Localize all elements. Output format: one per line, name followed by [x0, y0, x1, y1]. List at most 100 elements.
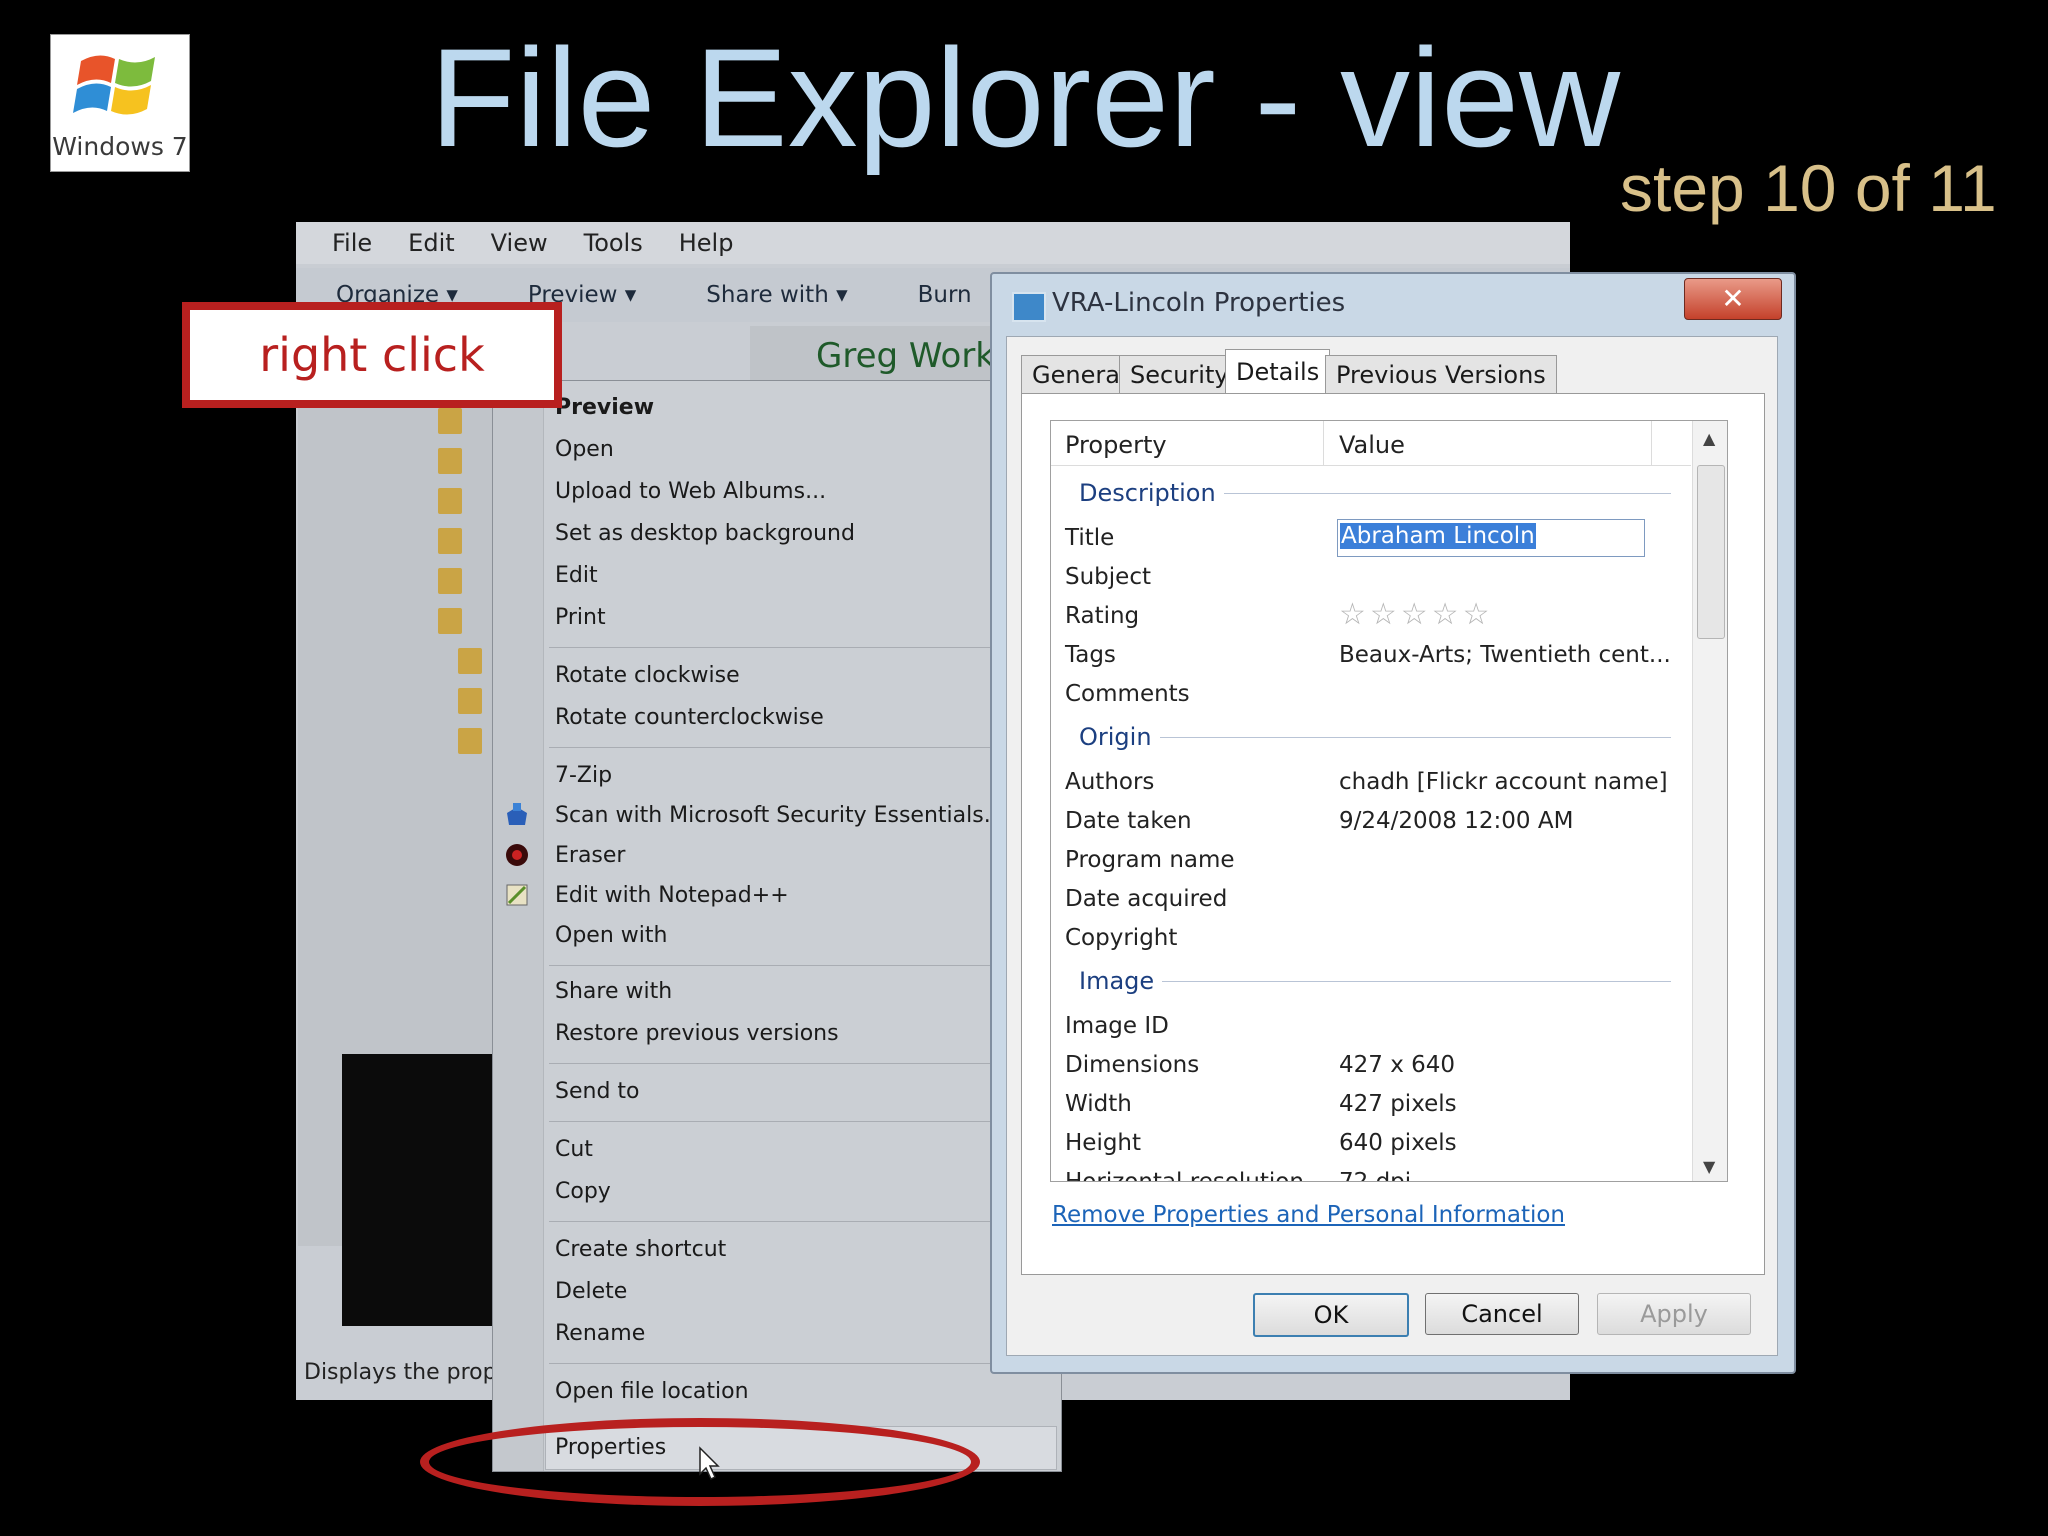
close-button[interactable]: ✕: [1684, 278, 1782, 320]
menu-item-copy[interactable]: Copy: [555, 1179, 611, 1204]
tab-security[interactable]: Security: [1119, 355, 1240, 394]
menu-item-preview[interactable]: Preview: [555, 395, 654, 420]
property-copyright: Copyright: [1065, 925, 1178, 951]
menu-separator: [549, 1221, 1055, 1222]
ok-button[interactable]: OK: [1253, 1293, 1409, 1337]
menu-item-notepad[interactable]: Edit with Notepad++: [555, 883, 789, 908]
menu-item-upload[interactable]: Upload to Web Albums...: [555, 479, 826, 504]
folder-icon: [458, 728, 482, 754]
property-list: Property Value Description Title Abraham…: [1050, 420, 1728, 1182]
menu-separator: [549, 647, 1055, 648]
menu-separator: [549, 1363, 1055, 1364]
menu-tools[interactable]: Tools: [584, 229, 643, 257]
menu-separator: [549, 1121, 1055, 1122]
property-image-id: Image ID: [1065, 1013, 1169, 1039]
menu-item-cut[interactable]: Cut: [555, 1137, 593, 1162]
dimensions-value: 427 x 640: [1339, 1052, 1456, 1078]
mouse-cursor-icon: [699, 1446, 720, 1481]
status-bar: Displays the prope: [296, 1348, 510, 1398]
remove-properties-link[interactable]: Remove Properties and Personal Informati…: [1052, 1202, 1565, 1228]
rating-stars[interactable]: ☆☆☆☆☆: [1339, 597, 1493, 632]
menu-item-rotate-cw[interactable]: Rotate clockwise: [555, 663, 740, 688]
group-origin: Origin: [1079, 723, 1160, 751]
menu-item-rename[interactable]: Rename: [555, 1321, 645, 1346]
height-value: 640 pixels: [1339, 1130, 1457, 1156]
tab-previous-versions[interactable]: Previous Versions: [1325, 355, 1557, 394]
menu-item-set-desktop[interactable]: Set as desktop background: [555, 521, 855, 546]
burn-button[interactable]: Burn: [918, 282, 972, 308]
property-tags: Tags: [1065, 642, 1116, 668]
authors-value[interactable]: chadh [Flickr account name]: [1339, 769, 1668, 795]
menu-item-restore[interactable]: Restore previous versions: [555, 1021, 839, 1046]
menu-item-share-with[interactable]: Share with: [555, 979, 672, 1004]
menu-item-7zip[interactable]: 7-Zip: [555, 763, 612, 788]
menu-separator: [549, 1063, 1055, 1064]
cancel-button[interactable]: Cancel: [1425, 1293, 1579, 1335]
date-taken-value[interactable]: 9/24/2008 12:00 AM: [1339, 808, 1573, 834]
property-program-name: Program name: [1065, 847, 1235, 873]
dialog-title: VRA-Lincoln Properties: [1052, 288, 1346, 318]
title-value-input[interactable]: Abraham Lincoln: [1337, 519, 1645, 557]
menu-item-send-to[interactable]: Send to: [555, 1079, 640, 1104]
details-panel: Property Value Description Title Abraham…: [1021, 393, 1765, 1275]
menu-item-eraser[interactable]: Eraser: [555, 843, 625, 868]
menu-item-delete[interactable]: Delete: [555, 1279, 627, 1304]
scroll-up-arrow-icon[interactable]: ▲: [1703, 429, 1715, 448]
context-menu: Preview Open Upload to Web Albums... Set…: [492, 380, 1062, 1472]
eraser-icon: [506, 844, 528, 866]
properties-dialog: VRA-Lincoln Properties ✕ General Securit…: [990, 272, 1796, 1374]
menu-file[interactable]: File: [332, 229, 372, 257]
group-description: Description: [1079, 479, 1224, 507]
column-property[interactable]: Property: [1065, 431, 1167, 459]
menu-item-edit[interactable]: Edit: [555, 563, 598, 588]
security-essentials-icon: [507, 803, 527, 825]
menu-separator: [549, 965, 1055, 966]
property-authors: Authors: [1065, 769, 1155, 795]
right-click-callout: right click: [182, 302, 562, 408]
menu-item-create-shortcut[interactable]: Create shortcut: [555, 1237, 726, 1262]
horizontal-resolution-value: 72 dpi: [1339, 1169, 1412, 1182]
menu-item-open-with[interactable]: Open with: [555, 923, 667, 948]
menu-item-scan[interactable]: Scan with Microsoft Security Essentials.…: [555, 803, 1005, 828]
dialog-body: General Security Details Previous Versio…: [1006, 336, 1778, 1356]
folder-icon: [438, 608, 462, 634]
menu-item-open[interactable]: Open: [555, 437, 614, 462]
scroll-down-arrow-icon[interactable]: ▼: [1703, 1157, 1715, 1176]
windows-flag-icon: [73, 55, 155, 115]
folder-icon: [438, 528, 462, 554]
image-file-icon: [1012, 292, 1046, 322]
tags-value[interactable]: Beaux-Arts; Twentieth cent...: [1339, 642, 1671, 668]
preview-thumbnail: [342, 1054, 492, 1326]
property-dimensions: Dimensions: [1065, 1052, 1200, 1078]
menu-edit[interactable]: Edit: [408, 229, 454, 257]
scroll-thumb[interactable]: [1697, 465, 1725, 639]
menu-separator: [549, 747, 1055, 748]
share-with-button[interactable]: Share with ▾: [706, 282, 847, 308]
apply-button[interactable]: Apply: [1597, 1293, 1751, 1335]
folder-icon: [438, 408, 462, 434]
group-image: Image: [1079, 967, 1163, 995]
property-date-taken: Date taken: [1065, 808, 1192, 834]
folder-icon: [438, 488, 462, 514]
property-subject: Subject: [1065, 564, 1151, 590]
tab-details[interactable]: Details: [1225, 349, 1331, 396]
list-header: Property Value: [1051, 421, 1691, 466]
menu-help[interactable]: Help: [679, 229, 734, 257]
property-date-acquired: Date acquired: [1065, 886, 1228, 912]
property-list-scrollbar[interactable]: ▲ ▼: [1692, 421, 1727, 1181]
status-text: Displays the prope: [304, 1360, 511, 1385]
folder-icon: [438, 448, 462, 474]
folder-icon: [458, 648, 482, 674]
column-value[interactable]: Value: [1339, 431, 1405, 459]
menu-view[interactable]: View: [491, 229, 548, 257]
menu-item-rotate-ccw[interactable]: Rotate counterclockwise: [555, 705, 824, 730]
slide-title: File Explorer - view: [429, 19, 1621, 176]
folder-icon: [438, 568, 462, 594]
property-horizontal-resolution: Horizontal resolution: [1065, 1169, 1304, 1182]
menu-item-print[interactable]: Print: [555, 605, 606, 630]
step-indicator: step 10 of 11: [1620, 151, 1997, 225]
menu-item-open-location[interactable]: Open file location: [555, 1379, 749, 1404]
property-height: Height: [1065, 1130, 1142, 1156]
folder-heading: Greg Work: [816, 336, 995, 376]
notepad-plus-plus-icon: [506, 884, 528, 906]
